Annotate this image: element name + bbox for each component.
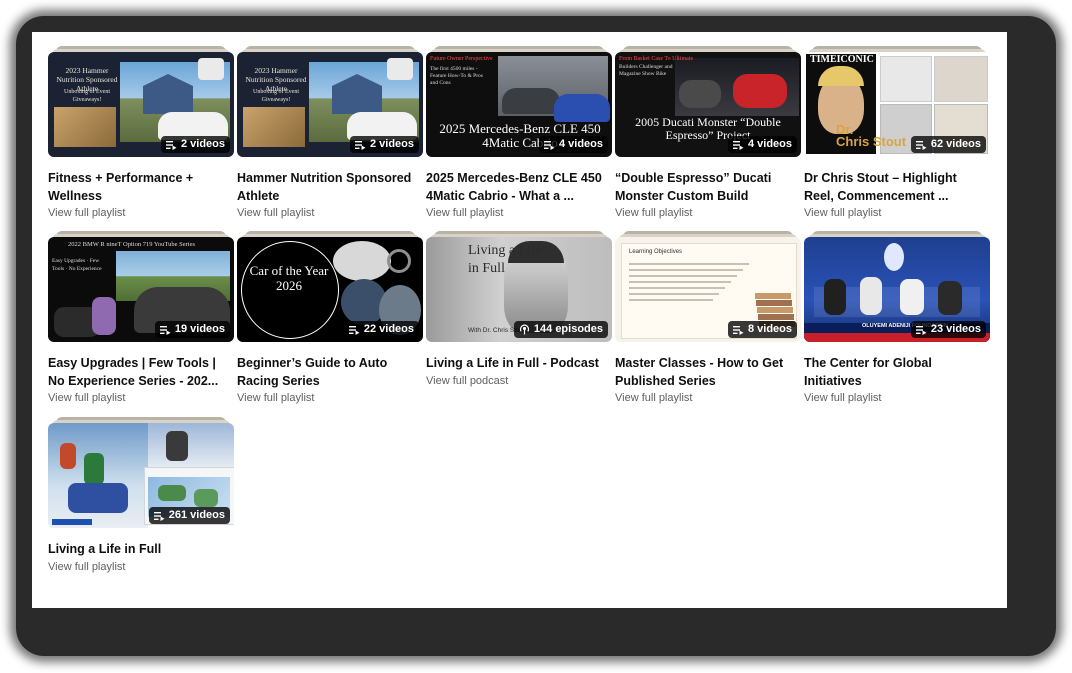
playlist-icon xyxy=(165,140,177,150)
view-full-playlist-link[interactable]: View full playlist xyxy=(426,207,503,219)
playlist-title[interactable]: The Center for Global Initiatives xyxy=(804,355,984,390)
playlist-card[interactable]: Car of the Year 2026 22 videos Beginner’… xyxy=(237,225,423,404)
playlist-icon xyxy=(915,325,927,335)
playlist-card[interactable]: 2022 BMW R nineT Option 719 YouTube Seri… xyxy=(48,225,234,404)
video-count: 19 videos xyxy=(174,323,225,335)
playlist-thumbnail-stack[interactable]: TIMEICONIC Dr. Chris Stout 62 videos xyxy=(804,46,990,157)
playlists-panel: 2023 Hammer Nutrition Sponsored Athlete … xyxy=(32,32,1007,608)
playlist-thumbnail-stack[interactable]: Car of the Year 2026 22 videos xyxy=(237,231,423,342)
playlist-thumbnail[interactable]: From Basket Case To Ultimate Builders Ch… xyxy=(615,52,801,157)
playlist-thumbnail-stack[interactable]: 2022 BMW R nineT Option 719 YouTube Seri… xyxy=(48,231,234,342)
playlist-thumbnail-stack[interactable]: 261 videos xyxy=(48,417,234,528)
playlist-title[interactable]: Beginner’s Guide to Auto Racing Series xyxy=(237,355,417,390)
playlist-title[interactable]: “Double Espresso” Ducati Monster Custom … xyxy=(615,170,795,205)
playlist-thumbnail-stack[interactable]: From Basket Case To Ultimate Builders Ch… xyxy=(615,46,801,157)
playlist-title[interactable]: Fitness + Performance + Wellness xyxy=(48,170,228,205)
video-count: 22 videos xyxy=(363,323,414,335)
playlist-thumbnail-stack[interactable]: 2023 Hammer Nutrition Sponsored Athlete … xyxy=(48,46,234,157)
playlist-title[interactable]: Dr Chris Stout – Highlight Reel, Commenc… xyxy=(804,170,984,205)
podcast-icon xyxy=(519,324,530,335)
playlist-title[interactable]: Master Classes - How to Get Published Se… xyxy=(615,355,795,390)
playlist-title[interactable]: Hammer Nutrition Sponsored Athlete xyxy=(237,170,417,205)
playlist-thumbnail[interactable]: 2022 BMW R nineT Option 719 YouTube Seri… xyxy=(48,237,234,342)
playlist-card[interactable]: Living a Life in Full With Dr. Chris Sto… xyxy=(426,225,612,395)
view-full-playlist-link[interactable]: View full podcast xyxy=(426,375,508,387)
playlist-title[interactable]: Easy Upgrades | Few Tools | No Experienc… xyxy=(48,355,228,390)
playlist-icon xyxy=(732,325,744,335)
video-count-badge: 2 videos xyxy=(349,136,419,153)
video-count: 62 videos xyxy=(930,138,981,150)
playlist-thumbnail[interactable]: Living a Life in Full With Dr. Chris Sto… xyxy=(426,237,612,342)
playlist-card[interactable]: 261 videos Living a Life in Full View fu… xyxy=(48,411,234,581)
playlist-thumbnail-stack[interactable]: Learning Objectives 8 videos xyxy=(615,231,801,342)
view-full-playlist-link[interactable]: View full playlist xyxy=(804,392,881,404)
video-count: 261 videos xyxy=(168,509,225,521)
video-count-badge: 144 episodes xyxy=(513,321,608,338)
view-full-playlist-link[interactable]: View full playlist xyxy=(48,561,125,573)
playlist-icon xyxy=(732,140,744,150)
video-count-badge: 4 videos xyxy=(727,136,797,153)
playlist-icon xyxy=(153,511,165,521)
playlist-card[interactable]: From Basket Case To Ultimate Builders Ch… xyxy=(615,40,801,219)
view-full-playlist-link[interactable]: View full playlist xyxy=(237,392,314,404)
video-count-badge: 2 videos xyxy=(160,136,230,153)
playlist-icon xyxy=(354,140,366,150)
playlist-title[interactable]: Living a Life in Full - Podcast xyxy=(426,355,606,373)
video-count-badge: 62 videos xyxy=(910,136,986,153)
playlist-thumbnail[interactable]: 2023 Hammer Nutrition Sponsored Athlete … xyxy=(48,52,234,157)
video-count: 144 episodes xyxy=(533,323,603,335)
playlist-thumbnail-stack[interactable]: Future Owner Perspective The first 4500 … xyxy=(426,46,612,157)
window-frame: 2023 Hammer Nutrition Sponsored Athlete … xyxy=(0,0,1072,673)
playlist-thumbnail[interactable]: 261 videos xyxy=(48,423,234,528)
view-full-playlist-link[interactable]: View full playlist xyxy=(48,207,125,219)
playlist-thumbnail-stack[interactable]: 2023 Hammer Nutrition Sponsored Athlete … xyxy=(237,46,423,157)
view-full-playlist-link[interactable]: View full playlist xyxy=(615,207,692,219)
view-full-playlist-link[interactable]: View full playlist xyxy=(48,392,125,404)
playlist-title[interactable]: 2025 Mercedes-Benz CLE 450 4Matic Cabrio… xyxy=(426,170,606,205)
view-full-playlist-link[interactable]: View full playlist xyxy=(615,392,692,404)
video-count: 4 videos xyxy=(558,138,603,150)
playlist-thumbnail-stack[interactable]: Living a Life in Full With Dr. Chris Sto… xyxy=(426,231,612,342)
video-count: 8 videos xyxy=(747,323,792,335)
playlist-thumbnail-stack[interactable]: OLUYEMI ADENIJI FOUNDATION 23 videos xyxy=(804,231,990,342)
video-count: 23 videos xyxy=(930,323,981,335)
view-full-playlist-link[interactable]: View full playlist xyxy=(804,207,881,219)
playlist-thumbnail[interactable]: TIMEICONIC Dr. Chris Stout 62 videos xyxy=(804,52,990,157)
playlist-card[interactable]: OLUYEMI ADENIJI FOUNDATION 23 videos The… xyxy=(804,225,990,404)
playlist-card[interactable]: 2023 Hammer Nutrition Sponsored Athlete … xyxy=(48,40,234,219)
playlist-card[interactable]: Learning Objectives 8 videos Master Clas… xyxy=(615,225,801,404)
playlist-card[interactable]: Future Owner Perspective The first 4500 … xyxy=(426,40,612,219)
video-count: 2 videos xyxy=(369,138,414,150)
video-count-badge: 4 videos xyxy=(538,136,608,153)
playlist-thumbnail[interactable]: Learning Objectives 8 videos xyxy=(615,237,801,342)
video-count-badge: 22 videos xyxy=(343,321,419,338)
playlist-title[interactable]: Living a Life in Full xyxy=(48,541,228,559)
video-count: 2 videos xyxy=(180,138,225,150)
playlist-icon xyxy=(915,140,927,150)
view-full-playlist-link[interactable]: View full playlist xyxy=(237,207,314,219)
video-count: 4 videos xyxy=(747,138,792,150)
playlist-icon xyxy=(348,325,360,335)
playlist-thumbnail[interactable]: Car of the Year 2026 22 videos xyxy=(237,237,423,342)
playlist-icon xyxy=(159,325,171,335)
video-count-badge: 23 videos xyxy=(910,321,986,338)
playlist-card[interactable]: 2023 Hammer Nutrition Sponsored Athlete … xyxy=(237,40,423,219)
playlist-icon xyxy=(543,140,555,150)
playlist-card[interactable]: TIMEICONIC Dr. Chris Stout 62 videos Dr … xyxy=(804,40,990,219)
video-count-badge: 261 videos xyxy=(148,507,230,524)
playlist-thumbnail[interactable]: OLUYEMI ADENIJI FOUNDATION 23 videos xyxy=(804,237,990,342)
video-count-badge: 19 videos xyxy=(154,321,230,338)
playlist-thumbnail[interactable]: Future Owner Perspective The first 4500 … xyxy=(426,52,612,157)
playlist-thumbnail[interactable]: 2023 Hammer Nutrition Sponsored Athlete … xyxy=(237,52,423,157)
video-count-badge: 8 videos xyxy=(727,321,797,338)
